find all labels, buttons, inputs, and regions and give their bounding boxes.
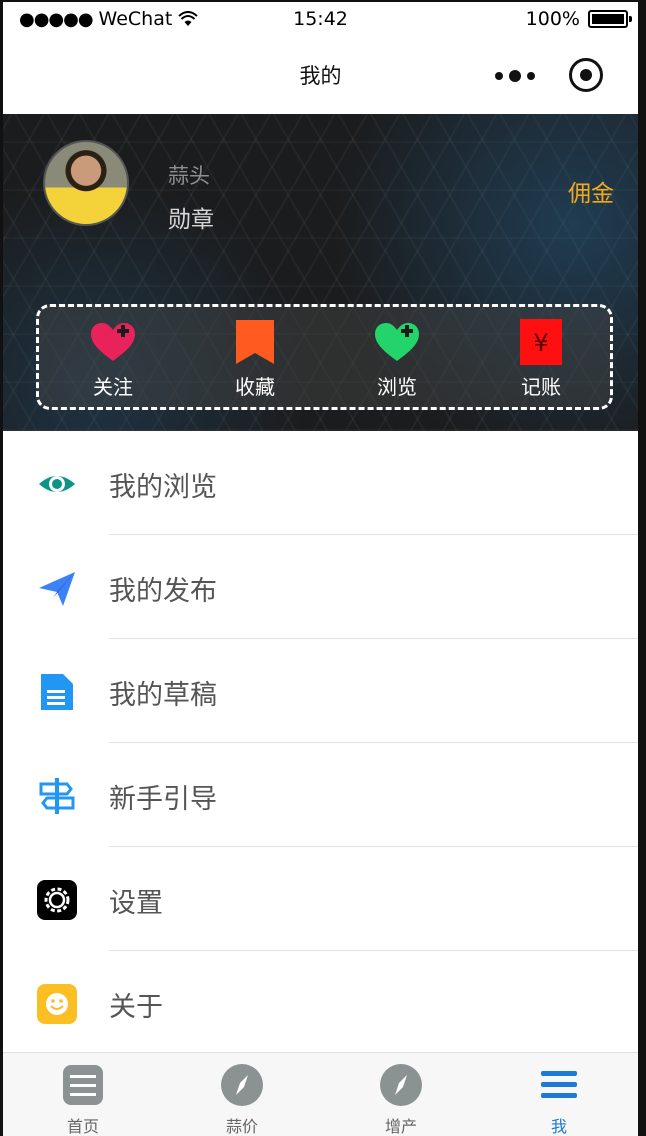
yen-icon: ¥ xyxy=(516,317,566,367)
menu-item-label: 关于 xyxy=(109,992,163,1023)
heart-plus-icon xyxy=(88,317,138,367)
action-favorite[interactable]: 收藏 xyxy=(215,317,295,400)
tab-garlic-price[interactable]: 蒜价 xyxy=(202,1063,282,1136)
page-title: 我的 xyxy=(299,64,342,88)
eye-icon xyxy=(37,464,77,504)
status-bar: ●●●●● WeChat 15:42 100% xyxy=(3,2,638,38)
commission-link[interactable]: 佣金 xyxy=(568,174,614,208)
compass-icon xyxy=(379,1063,423,1107)
battery-icon xyxy=(588,10,632,28)
more-dot-icon xyxy=(495,72,503,80)
tab-bar: 首页 蒜价 增产 我 xyxy=(3,1052,638,1136)
tab-label: 蒜价 xyxy=(225,1117,258,1136)
menu-icon xyxy=(537,1063,581,1107)
more-dot-icon xyxy=(509,70,521,82)
menu-item-about[interactable]: 关于 xyxy=(3,951,638,1055)
tab-increase-yield[interactable]: 增产 xyxy=(361,1063,441,1136)
gear-icon xyxy=(37,880,77,920)
badge-link[interactable]: 勋章 xyxy=(168,200,214,234)
close-capsule-button[interactable] xyxy=(569,58,603,92)
menu-item-my-drafts[interactable]: 我的草稿 xyxy=(3,639,638,743)
action-follow[interactable]: 关注 xyxy=(73,317,153,400)
user-name: 蒜头 xyxy=(168,164,210,188)
tab-label: 首页 xyxy=(66,1117,99,1136)
signpost-icon xyxy=(37,776,77,816)
menu-item-my-posts[interactable]: 我的发布 xyxy=(3,535,638,639)
quick-actions: 关注 收藏 浏览 ¥ 记账 xyxy=(36,304,613,410)
menu-item-label: 新手引导 xyxy=(109,784,217,815)
bookmark-icon xyxy=(230,317,280,367)
action-label: 浏览 xyxy=(377,375,417,399)
menu-item-label: 设置 xyxy=(109,888,163,919)
profile-header: 蒜头 勋章 佣金 关注 收藏 浏览 ¥ 记账 xyxy=(3,114,638,431)
avatar[interactable] xyxy=(43,140,129,226)
menu-item-label: 我的草稿 xyxy=(109,680,217,711)
action-label: 关注 xyxy=(93,375,133,399)
navigation-bar: 我的 xyxy=(3,38,638,114)
tab-me[interactable]: 我 xyxy=(519,1063,599,1136)
menu-item-beginner-guide[interactable]: 新手引导 xyxy=(3,743,638,847)
menu-item-settings[interactable]: 设置 xyxy=(3,847,638,951)
heart-plus-icon xyxy=(372,317,422,367)
battery-percent: 100% xyxy=(525,8,580,30)
menu-item-label: 我的发布 xyxy=(109,576,217,607)
action-label: 记账 xyxy=(521,375,561,399)
menu-item-my-browse[interactable]: 我的浏览 xyxy=(3,431,638,535)
smile-icon xyxy=(37,984,77,1024)
tab-label: 我 xyxy=(550,1117,567,1136)
menu-list: 我的浏览 我的发布 我的草稿 新手引导 设置 关于 xyxy=(3,431,638,1055)
menu-item-label: 我的浏览 xyxy=(109,472,217,503)
document-icon xyxy=(37,672,77,712)
tab-label: 增产 xyxy=(384,1117,417,1136)
action-bookkeeping[interactable]: ¥ 记账 xyxy=(501,317,581,400)
home-list-icon xyxy=(61,1063,105,1107)
compass-icon xyxy=(220,1063,264,1107)
more-options-button[interactable] xyxy=(495,68,535,84)
action-label: 收藏 xyxy=(235,375,275,399)
tab-home[interactable]: 首页 xyxy=(43,1063,123,1136)
more-dot-icon xyxy=(527,72,535,80)
paper-plane-icon xyxy=(37,568,77,608)
svg-text:¥: ¥ xyxy=(533,329,548,357)
action-browse[interactable]: 浏览 xyxy=(357,317,437,400)
